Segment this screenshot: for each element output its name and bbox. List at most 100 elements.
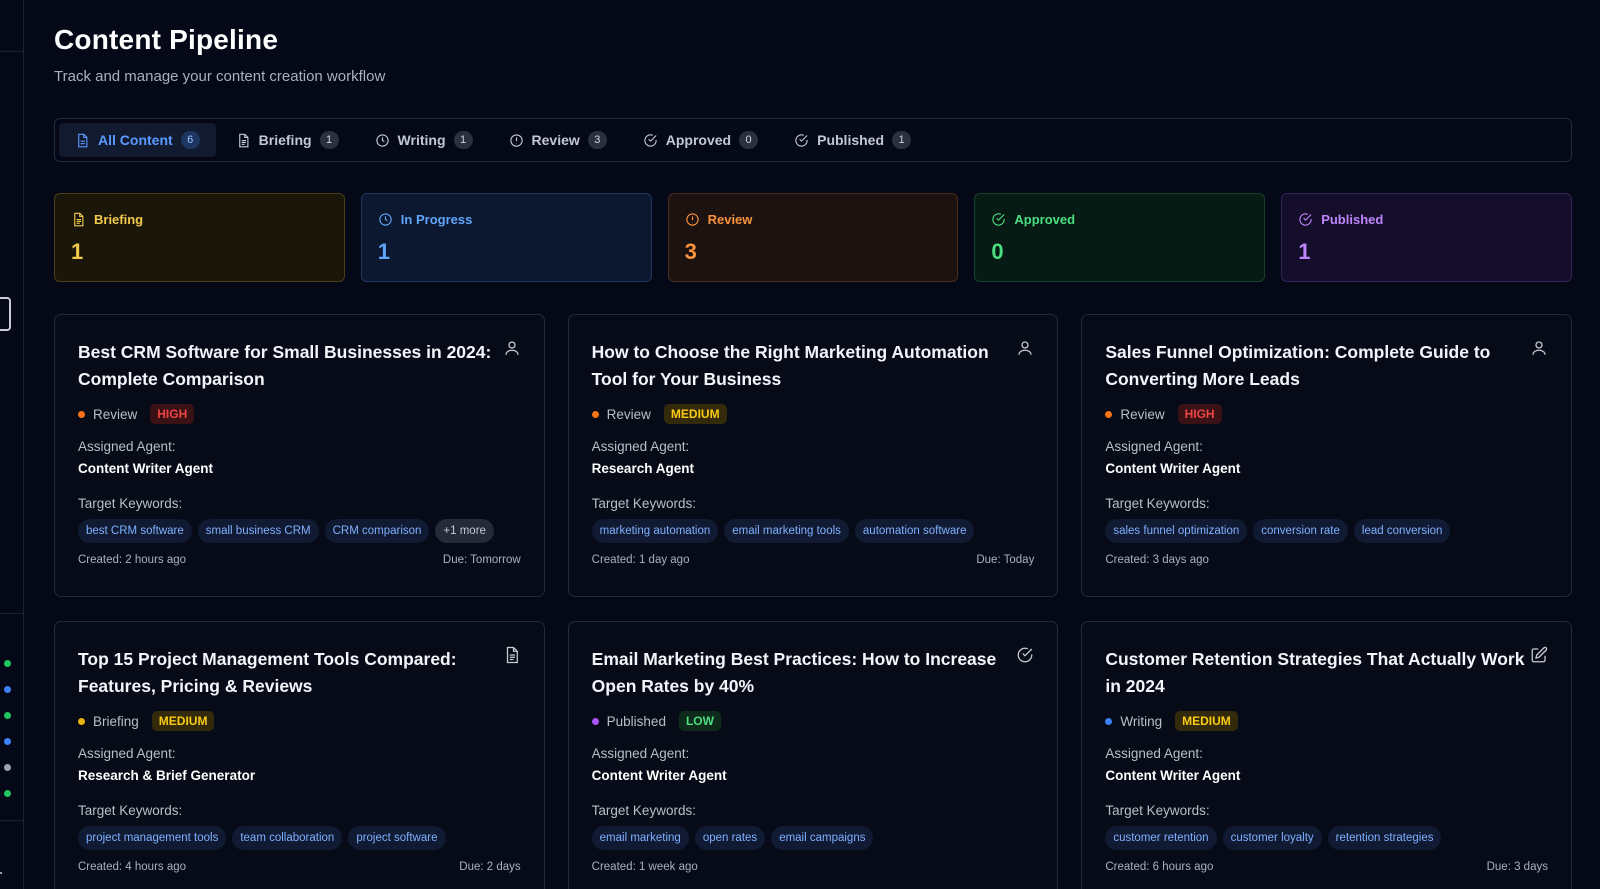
- status-row: Published LOW: [591, 710, 1035, 732]
- due-date: Due: 2 days: [459, 861, 521, 873]
- assigned-agent-name: Research Agent: [591, 461, 694, 476]
- stat-label: Published: [1321, 212, 1384, 227]
- sidebar-divider: [0, 51, 23, 52]
- status-row: Briefing MEDIUM: [78, 710, 521, 732]
- user-icon: [1018, 341, 1032, 355]
- tab-count-badge: 1: [453, 131, 473, 149]
- content-card[interactable]: How to Choose the Right Marketing Automa…: [567, 314, 1059, 597]
- user-icon: [1532, 341, 1546, 355]
- due-date: Due: Tomorrow: [442, 554, 521, 566]
- assigned-agent-name: Content Writer Agent: [1105, 768, 1241, 783]
- clock-icon: [375, 133, 389, 147]
- tab-writing[interactable]: Writing 1: [359, 123, 489, 157]
- status-row: Review HIGH: [1105, 403, 1548, 425]
- check-circle-icon: [1299, 213, 1312, 226]
- alert-circle-icon: [509, 133, 523, 147]
- content-card[interactable]: Customer Retention Strategies That Actua…: [1081, 621, 1572, 889]
- target-keywords-label: Target Keywords:: [78, 496, 183, 511]
- status-label: Writing: [1120, 713, 1163, 729]
- content-card[interactable]: Email Marketing Best Practices: How to I…: [567, 621, 1059, 889]
- status-row: Review MEDIUM: [591, 403, 1035, 425]
- created-date: Created: 6 hours ago: [1105, 861, 1214, 873]
- created-date: Created: 1 day ago: [591, 554, 690, 566]
- stat-label: Approved: [1014, 212, 1076, 227]
- keyword-tag: marketing automation: [591, 519, 719, 543]
- stat-card-review[interactable]: Review 3: [667, 193, 959, 282]
- status-dot: [1105, 717, 1113, 725]
- sidebar-status-dot[interactable]: [4, 660, 11, 667]
- keyword-list: customer retention customer loyalty retent…: [1105, 826, 1548, 851]
- content-card[interactable]: Best CRM Software for Small Businesses i…: [54, 314, 545, 597]
- status-dot: [591, 717, 599, 725]
- priority-badge: LOW: [678, 711, 721, 731]
- priority-badge: MEDIUM: [663, 404, 727, 424]
- keyword-list: best CRM software small business CRM CRM c…: [78, 519, 521, 544]
- keyword-tag: CRM comparison: [324, 519, 430, 543]
- stat-card-briefing[interactable]: Briefing 1: [54, 193, 345, 282]
- card-meta: Created: 1 day ago Due: Today: [592, 554, 1035, 566]
- keyword-tag: sales funnel optimization: [1105, 519, 1248, 543]
- card-meta: Created: 2 hours ago Due: Tomorrow: [78, 554, 521, 566]
- card-title[interactable]: Sales Funnel Optimization: Complete Guid…: [1105, 339, 1525, 393]
- card-title[interactable]: How to Choose the Right Marketing Automa…: [592, 339, 1012, 393]
- tab-briefing[interactable]: Briefing 1: [220, 123, 355, 157]
- check-circle-icon: [1017, 647, 1033, 663]
- check-circle-icon: [644, 133, 657, 147]
- target-keywords-label: Target Keywords:: [1105, 803, 1210, 818]
- tab-all-content[interactable]: All Content 6: [59, 123, 216, 157]
- alert-circle-icon: [685, 213, 699, 226]
- target-keywords-label: Target Keywords:: [591, 496, 696, 511]
- card-title[interactable]: Email Marketing Best Practices: How to I…: [592, 646, 1012, 700]
- keyword-tag: customer retention: [1105, 826, 1217, 850]
- stat-card-in-progress[interactable]: In Progress 1: [360, 193, 652, 282]
- status-row: Writing MEDIUM: [1105, 710, 1548, 732]
- tab-review[interactable]: Review 3: [493, 123, 623, 157]
- tab-published[interactable]: Published 1: [778, 123, 927, 157]
- more-keywords-tag[interactable]: +1 more: [435, 519, 494, 543]
- stat-value: 1: [377, 239, 391, 264]
- check-circle-icon: [795, 133, 808, 147]
- tab-count-badge: 3: [587, 131, 607, 149]
- target-keywords-label: Target Keywords:: [591, 803, 696, 818]
- stat-value: 1: [71, 239, 84, 264]
- stat-label: In Progress: [400, 212, 473, 227]
- assigned-agent-name: Content Writer Agent: [1105, 461, 1241, 476]
- content-card[interactable]: Top 15 Project Management Tools Compared…: [54, 621, 545, 889]
- keyword-tag: customer loyalty: [1222, 826, 1322, 850]
- stat-label: Briefing: [94, 212, 144, 227]
- assigned-agent-name: Content Writer Agent: [591, 768, 727, 783]
- stat-card-published[interactable]: Published 1: [1281, 193, 1572, 282]
- keyword-tag: project software: [348, 826, 446, 850]
- card-title[interactable]: Top 15 Project Management Tools Compared…: [78, 646, 498, 700]
- sidebar-status-dot[interactable]: [4, 790, 11, 797]
- created-date: Created: 3 days ago: [1105, 554, 1209, 566]
- sidebar-status-dot[interactable]: [4, 686, 11, 693]
- stat-card-approved[interactable]: Approved 0: [974, 193, 1266, 282]
- file-text-icon: [238, 133, 249, 147]
- created-date: Created: 4 hours ago: [78, 861, 187, 873]
- sidebar-status-dot[interactable]: [4, 738, 11, 745]
- due-date: Due: Today: [976, 554, 1035, 566]
- sidebar-status-dot[interactable]: [4, 712, 11, 719]
- sidebar: [0, 0, 24, 889]
- status-summary: Briefing 1 In Progress 1 Review 3 Approved 0 Pub…: [54, 193, 1572, 282]
- sidebar-toggle-handle[interactable]: [0, 297, 11, 331]
- card-meta: Created: 6 hours ago Due: 3 days: [1105, 861, 1548, 873]
- target-keywords-label: Target Keywords:: [78, 803, 183, 818]
- sidebar-status-dot[interactable]: [4, 764, 11, 771]
- status-row: Review HIGH: [78, 403, 521, 425]
- tab-approved[interactable]: Approved 0: [627, 123, 774, 157]
- card-title[interactable]: Customer Retention Strategies That Actua…: [1105, 646, 1525, 700]
- keyword-tag: email marketing: [591, 826, 689, 850]
- tab-count-badge: 1: [319, 131, 339, 149]
- assigned-agent-label: Assigned Agent:: [1105, 439, 1203, 454]
- document-icon: [78, 133, 88, 147]
- tab-label: Approved: [665, 132, 732, 148]
- stat-label: Review: [707, 212, 753, 227]
- status-dot: [78, 410, 85, 418]
- assigned-agent-name: Research & Brief Generator: [78, 768, 256, 783]
- assigned-agent-label: Assigned Agent:: [591, 439, 690, 454]
- card-title[interactable]: Best CRM Software for Small Businesses i…: [78, 339, 498, 393]
- content-card[interactable]: Sales Funnel Optimization: Complete Guid…: [1081, 314, 1572, 597]
- card-meta: Created: 4 hours ago Due: 2 days: [78, 861, 521, 873]
